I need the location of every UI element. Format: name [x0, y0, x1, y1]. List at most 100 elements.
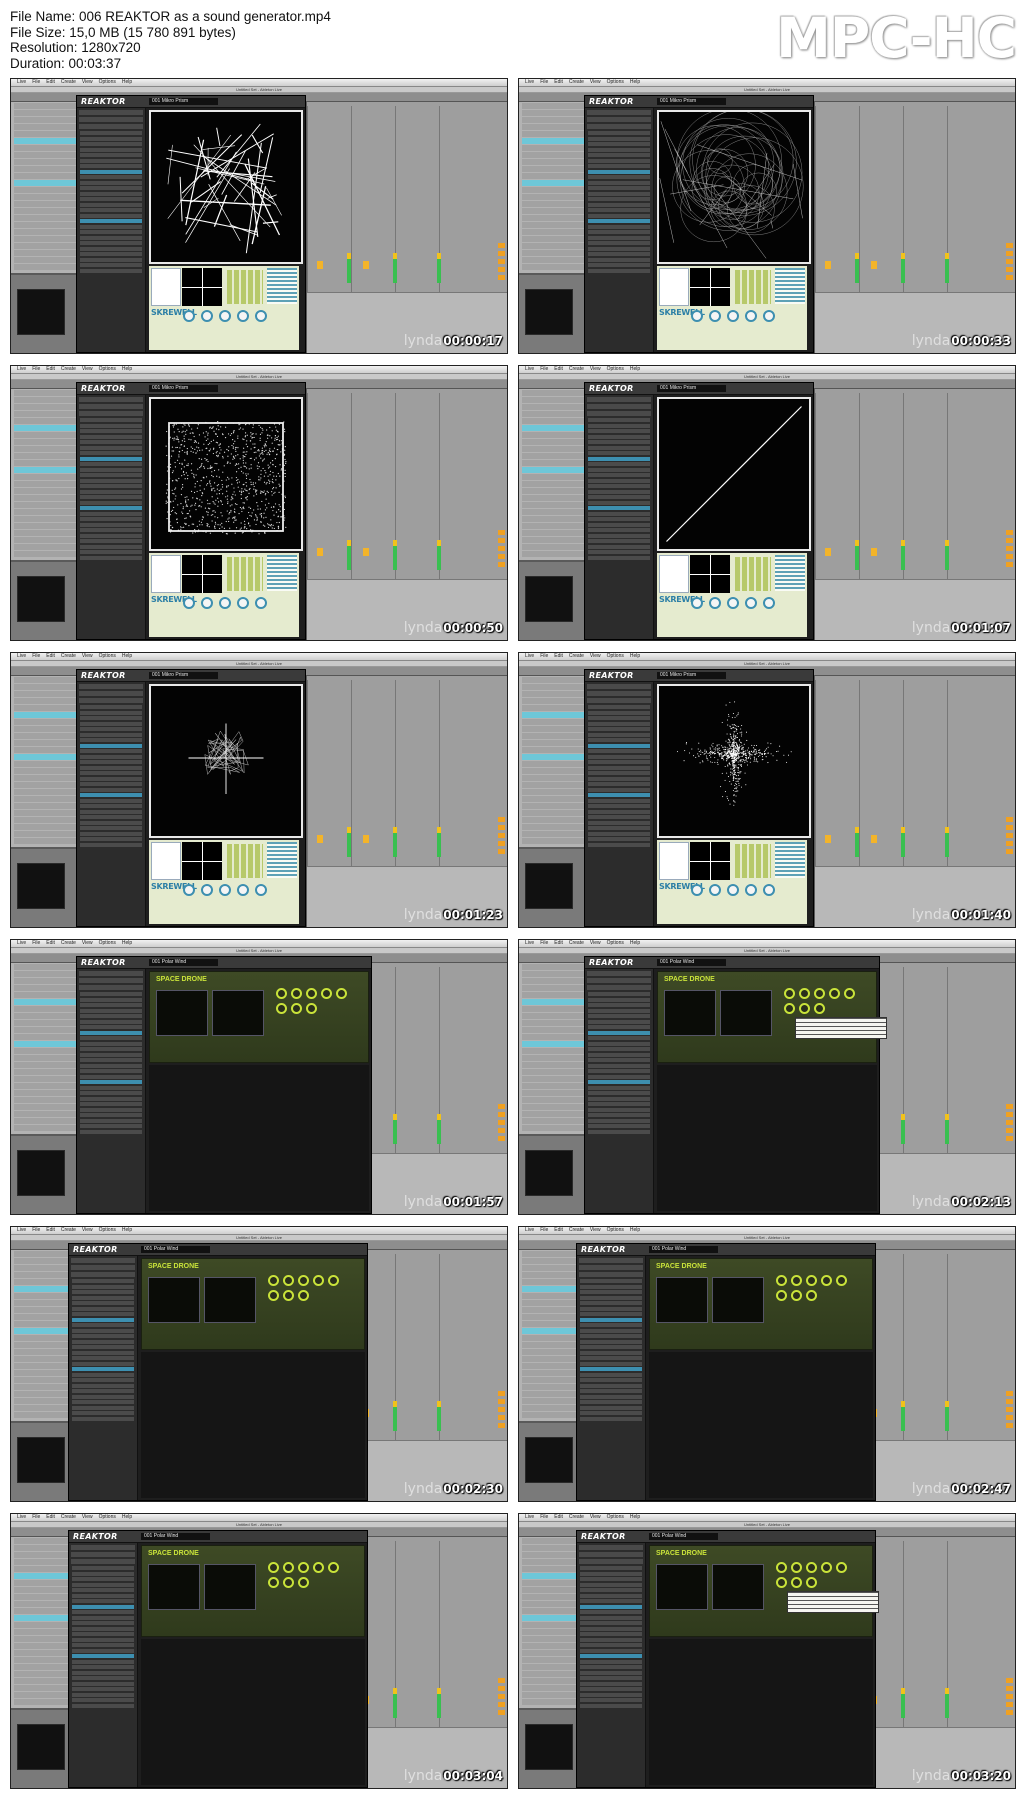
browser-row[interactable] [14, 264, 80, 270]
browser-item[interactable] [72, 1654, 134, 1658]
browser-item[interactable] [80, 765, 142, 770]
track-column[interactable] [947, 106, 992, 293]
track-column[interactable] [439, 680, 484, 867]
ableton-browser[interactable] [519, 389, 592, 560]
ableton-browser[interactable] [11, 102, 84, 273]
browser-item[interactable] [588, 776, 650, 781]
parameter-knob[interactable] [183, 884, 195, 896]
browser-row[interactable] [522, 1041, 588, 1047]
ensemble-knob[interactable] [784, 1003, 795, 1014]
instrument-name[interactable]: 001 Mikro Prism [657, 385, 726, 392]
browser-item[interactable] [80, 544, 142, 549]
browser-row[interactable] [522, 803, 588, 809]
track-column[interactable] [903, 106, 948, 293]
menu-item-options[interactable]: Options [99, 1228, 116, 1233]
browser-item[interactable] [80, 754, 142, 759]
browser-item[interactable] [72, 1648, 134, 1653]
browser-item[interactable] [580, 1356, 642, 1360]
browser-item[interactable] [80, 423, 142, 428]
browser-item[interactable] [580, 1383, 642, 1388]
track-column[interactable] [351, 393, 396, 580]
browser-item[interactable] [80, 1069, 142, 1073]
browser-row[interactable] [14, 1069, 80, 1075]
browser-item[interactable] [72, 1323, 134, 1327]
browser-row[interactable] [14, 1013, 80, 1019]
parameter-knob[interactable] [727, 310, 739, 322]
browser-row[interactable] [14, 824, 80, 830]
browser-item[interactable] [588, 131, 650, 135]
parameter-knob[interactable] [709, 310, 721, 322]
browser-item[interactable] [588, 1041, 650, 1046]
parameter-knob[interactable] [745, 310, 757, 322]
browser-item[interactable] [588, 169, 650, 174]
menu-item-options[interactable]: Options [99, 1515, 116, 1520]
browser-row[interactable] [14, 1104, 80, 1110]
track-column[interactable] [947, 1254, 992, 1441]
browser-row[interactable] [522, 103, 588, 109]
browser-tab[interactable] [587, 110, 651, 115]
browser-item[interactable] [588, 500, 650, 505]
browser-item[interactable] [80, 235, 142, 240]
ensemble-knob[interactable] [336, 988, 347, 999]
ensemble-knob[interactable] [821, 1562, 832, 1573]
menu-item-file[interactable]: File [32, 367, 40, 372]
browser-item[interactable] [80, 268, 142, 273]
menu-item-options[interactable]: Options [607, 367, 624, 372]
menu-item-edit[interactable]: Edit [46, 367, 55, 372]
browser-item[interactable] [72, 1643, 134, 1647]
browser-row[interactable] [14, 1076, 80, 1082]
browser-item[interactable] [588, 1058, 650, 1062]
browser-item[interactable] [588, 1107, 650, 1112]
browser-item[interactable] [80, 197, 142, 201]
browser-item[interactable] [72, 1301, 134, 1305]
browser-row[interactable] [522, 1020, 588, 1026]
browser-item[interactable] [72, 1372, 134, 1377]
browser-row[interactable] [522, 677, 588, 683]
browser-row[interactable] [14, 740, 80, 746]
menu-item-live[interactable]: Live [525, 1228, 534, 1233]
browser-item[interactable] [80, 721, 142, 726]
browser-item[interactable] [588, 153, 650, 157]
browser-row[interactable] [522, 1111, 588, 1117]
browser-item[interactable] [580, 1654, 642, 1658]
browser-item[interactable] [588, 202, 650, 207]
menu-item-help[interactable]: Help [630, 1515, 640, 1520]
track-column[interactable] [439, 1254, 484, 1441]
menu-item-edit[interactable]: Edit [554, 941, 563, 946]
track-column[interactable] [815, 680, 860, 867]
browser-item[interactable] [80, 793, 142, 797]
track-activator[interactable] [317, 261, 323, 269]
menu-item-create[interactable]: Create [61, 1515, 76, 1520]
browser-item[interactable] [588, 992, 650, 996]
browser-row[interactable] [522, 782, 588, 788]
browser-item[interactable] [580, 1400, 642, 1404]
browser-row[interactable] [522, 481, 588, 487]
ensemble-knob[interactable] [784, 988, 795, 999]
ensemble-knob[interactable] [298, 1275, 309, 1286]
browser-row[interactable] [522, 523, 588, 529]
menu-item-create[interactable]: Create [569, 367, 584, 372]
browser-item[interactable] [80, 451, 142, 455]
parameter-knob[interactable] [219, 597, 231, 609]
browser-item[interactable] [580, 1411, 642, 1415]
browser-tab[interactable] [71, 1545, 135, 1550]
browser-row[interactable] [522, 495, 588, 501]
browser-item[interactable] [80, 175, 142, 179]
browser-row[interactable] [14, 243, 80, 249]
browser-item[interactable] [588, 782, 650, 786]
browser-row[interactable] [522, 1076, 588, 1082]
browser-item[interactable] [580, 1306, 642, 1311]
browser-item[interactable] [580, 1577, 642, 1581]
instrument-name[interactable]: 001 Polar Wind [657, 959, 726, 966]
ensemble-knob[interactable] [298, 1577, 309, 1588]
browser-item[interactable] [72, 1400, 134, 1404]
browser-row[interactable] [522, 691, 588, 697]
instrument-name[interactable]: 001 Polar Wind [149, 959, 218, 966]
track-activator[interactable] [871, 835, 877, 843]
browser-item[interactable] [72, 1599, 134, 1603]
menu-item-live[interactable]: Live [525, 654, 534, 659]
browser-item[interactable] [588, 705, 650, 709]
browser-item[interactable] [580, 1290, 642, 1294]
browser-row[interactable] [14, 117, 80, 123]
browser-row[interactable] [14, 1118, 80, 1124]
